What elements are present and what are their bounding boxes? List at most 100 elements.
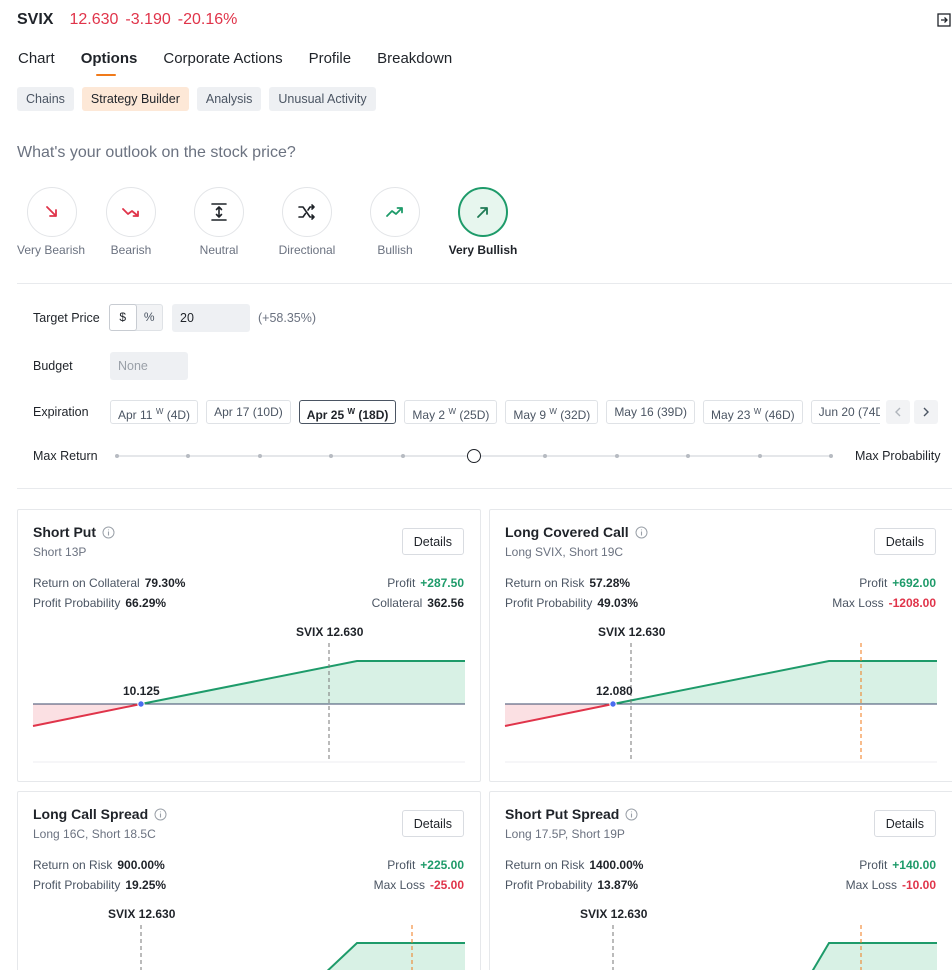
slider-step-dot[interactable] [829,454,833,458]
expiration-prev-button[interactable] [886,400,910,424]
outlook-very-bearish[interactable]: Very Bearish [17,187,87,257]
slider-step-dot[interactable] [543,454,548,458]
info-icon[interactable] [635,526,648,539]
outlook-label: Bearish [110,243,152,257]
metric-label: Return on Collateral [33,576,140,590]
profit-area [141,661,465,704]
divider [17,488,952,489]
metric-label: Profit Probability [505,878,593,892]
outlook-circle[interactable] [282,187,332,237]
slider-step-dot[interactable] [115,454,119,458]
details-button[interactable]: Details [873,528,936,555]
slider-step-dot[interactable] [686,454,691,458]
tab-chart[interactable]: Chart [18,50,55,76]
metric-value: +287.50 [420,576,464,590]
subtab-strategy-builder[interactable]: Strategy Builder [81,87,189,111]
info-icon[interactable] [102,526,115,539]
expiration-days: (10D) [252,405,283,419]
subtab-chains[interactable]: Chains [17,87,74,111]
outlook-directional[interactable]: Directional [263,187,351,257]
strategy-legs: Long SVIX, Short 19C [505,545,624,559]
info-icon[interactable] [154,808,167,821]
metric-return: Return on Collateral 79.30% [33,576,185,590]
outlook-bullish[interactable]: Bullish [351,187,439,257]
metric-profit: Profit +140.00 [859,858,936,872]
expiration-next-button[interactable] [914,400,938,424]
expiration-chip[interactable]: May 23 W (46D) [703,400,803,424]
details-button[interactable]: Details [401,810,464,837]
metric-value: 900.00% [117,858,165,872]
exit-icon[interactable] [937,13,951,27]
bearish-icon [122,208,139,217]
expiration-days: (18D) [358,408,389,422]
metric-label: Profit [859,858,888,872]
expiration-chip[interactable]: May 2 W (25D) [404,400,498,424]
info-icon[interactable] [625,808,638,821]
expiration-date: May 2 [412,408,446,422]
details-button[interactable]: Details [401,528,464,555]
outlook-bearish[interactable]: Bearish [87,187,175,257]
unit-percent-option[interactable]: % [137,305,163,330]
metric-value: 57.28% [589,576,631,590]
outlook-circle[interactable] [370,187,420,237]
outlook-very-bullish[interactable]: Very Bullish [439,187,527,257]
outlook-circle[interactable] [27,187,77,237]
metric-label: Profit Probability [505,596,593,610]
strategy-name: Long Covered Call [505,524,629,540]
neutral-icon [211,203,227,221]
directional-icon [298,204,315,220]
expiration-chip[interactable]: Apr 25 W (18D) [298,400,397,424]
slider-step-dot[interactable] [614,454,619,458]
metric-value: 66.29% [125,596,167,610]
profit-area [613,661,937,704]
price-change-percent: -20.16% [177,11,238,28]
metric-value: -1208.00 [888,596,936,610]
budget-input[interactable] [110,352,188,380]
tab-profile[interactable]: Profile [309,50,352,76]
metric-probability: Profit Probability 66.29% [33,596,166,610]
metric-label: Max Loss [845,878,897,892]
target-price-input[interactable] [172,304,250,332]
very-bullish-icon [477,207,488,218]
slider-step-dot[interactable] [257,454,262,458]
expiration-chip[interactable]: Apr 11 W (4D) [110,400,199,424]
metric-risk: Max Loss -10.00 [846,878,936,892]
details-button[interactable]: Details [873,810,936,837]
ticker-symbol: SVIX [17,11,54,28]
slider-handle[interactable] [467,449,481,463]
strategy-legs: Long 16C, Short 18.5C [33,827,156,841]
strategy-name: Long Call Spread [33,806,149,822]
expiration-chip[interactable]: Apr 17 (10D) [206,400,291,424]
strategy-card: Short Put Spread Long 17.5P, Short 19P D… [489,791,952,970]
slider-step-dot[interactable] [186,454,191,458]
expiration-days: (46D) [764,408,795,422]
slider-step-dot[interactable] [400,454,405,458]
outlook-circle[interactable] [458,187,508,237]
metric-probability: Profit Probability 19.25% [33,878,166,892]
slider-step-dot[interactable] [757,454,762,458]
expiration-chip[interactable]: May 16 (39D) [606,400,696,424]
budget-label: Budget [33,359,73,373]
tab-options[interactable]: Options [81,50,137,76]
breakeven-label: 10.125 [123,684,160,698]
outlook-circle[interactable] [194,187,244,237]
payoff-chart: SVIX 12.630 10.125 [32,625,465,763]
expiration-days: (74D) [858,405,880,419]
outlook-neutral[interactable]: Neutral [175,187,263,257]
weekly-marker: W [155,407,164,416]
subtab-unusual-activity[interactable]: Unusual Activity [269,87,376,111]
metric-label: Profit [387,576,416,590]
metric-risk: Collateral 362.56 [372,596,464,610]
metric-risk: Max Loss -1208.00 [832,596,936,610]
expiration-chip[interactable]: May 9 W (32D) [505,400,599,424]
outlook-circle[interactable] [106,187,156,237]
subtab-analysis[interactable]: Analysis [196,87,262,111]
tab-corporate-actions[interactable]: Corporate Actions [163,50,282,76]
metric-label: Return on Risk [505,858,585,872]
tab-breakdown[interactable]: Breakdown [377,50,452,76]
slider-step-dot[interactable] [329,454,334,458]
expiration-chip[interactable]: Jun 20 (74D) [810,400,880,424]
unit-dollar-option[interactable]: $ [109,304,137,331]
outlook-question: What's your outlook on the stock price? [17,144,296,161]
weekly-marker: W [753,407,762,416]
